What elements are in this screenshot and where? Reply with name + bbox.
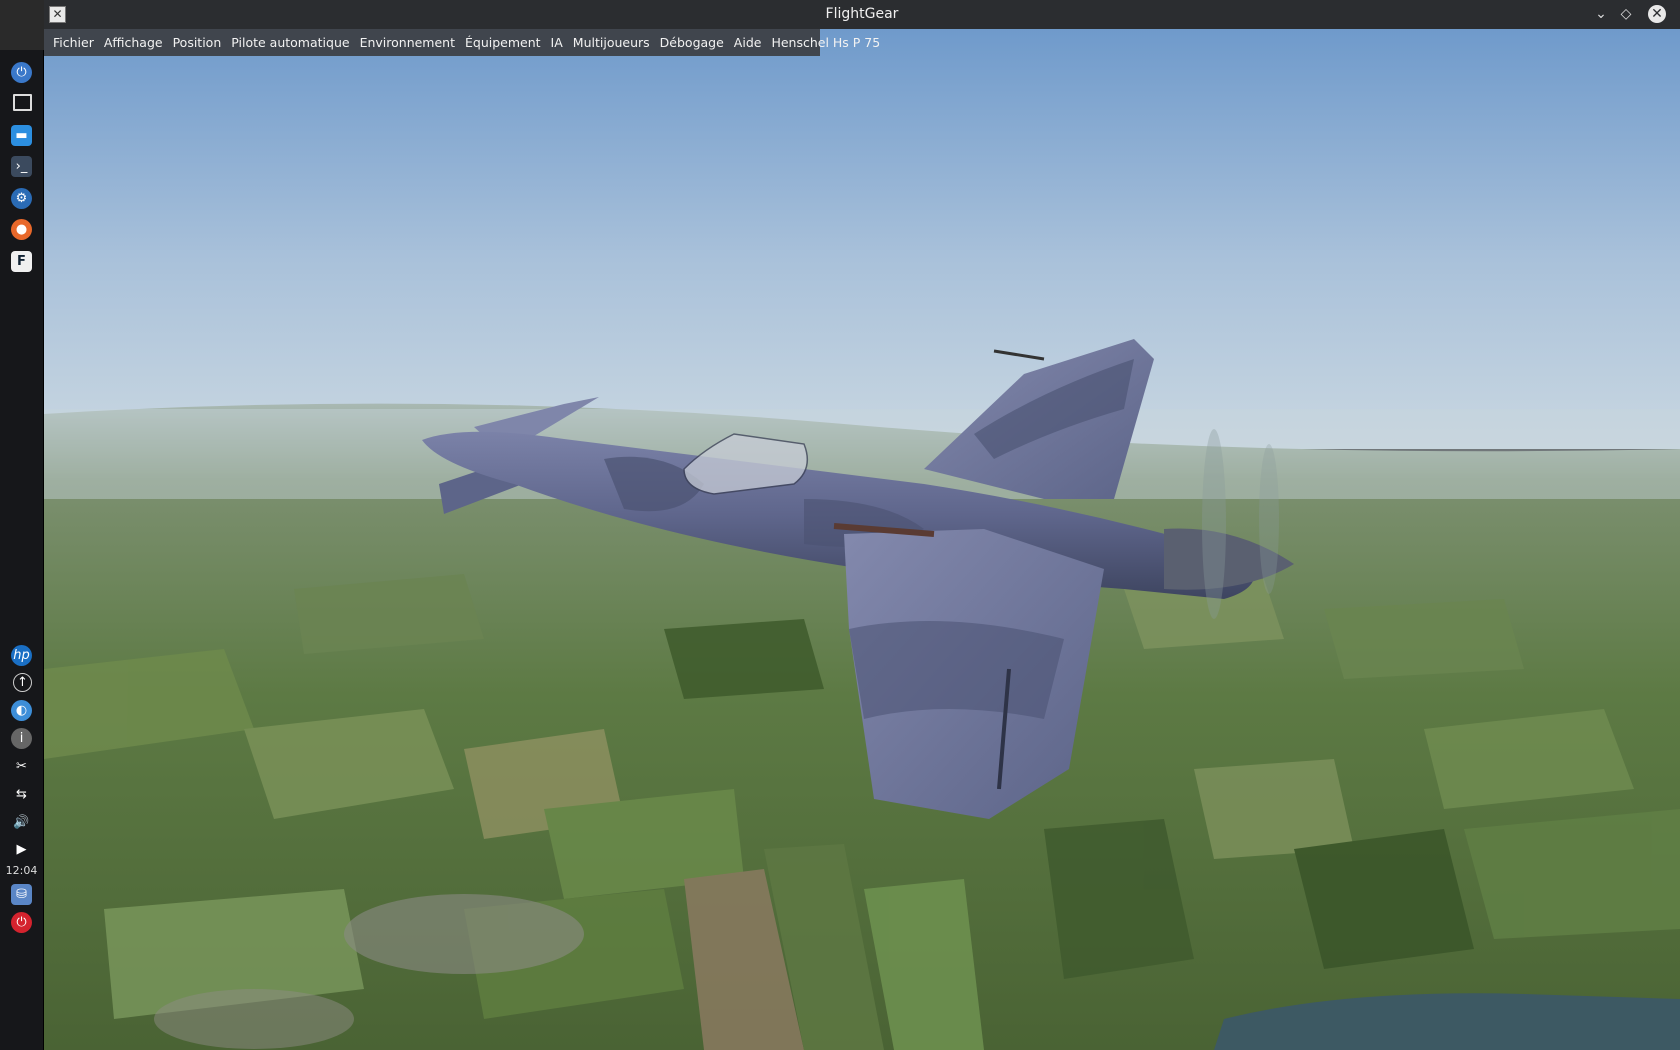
minimize-button[interactable]: ⌄ <box>1592 5 1610 23</box>
scissors-icon[interactable]: ✂ <box>11 756 32 777</box>
expand-icon[interactable]: ▶ <box>11 839 32 860</box>
files-icon[interactable]: ▬ <box>11 125 32 146</box>
settings-icon[interactable]: ⚙ <box>11 188 32 209</box>
terminal-icon[interactable]: ›_ <box>11 156 32 177</box>
menu-bar: Fichier Affichage Position Pilote automa… <box>44 29 880 56</box>
info-icon[interactable]: i <box>11 728 32 749</box>
volume-icon[interactable]: 🔊 <box>11 812 32 833</box>
update-icon[interactable]: ↑ <box>13 673 32 692</box>
menu-position[interactable]: Position <box>168 35 227 50</box>
menu-equipement[interactable]: Équipement <box>460 35 546 50</box>
maximize-button[interactable]: ◇ <box>1617 5 1635 23</box>
flight-scene-viewport[interactable] <box>44 29 1680 1050</box>
menu-aircraft[interactable]: Henschel Hs P 75 <box>766 35 885 50</box>
scene-render <box>44 29 1680 1050</box>
power-icon[interactable]: ⏻ <box>11 912 32 933</box>
clock: 12:04 <box>5 864 38 877</box>
firefox-icon[interactable]: ● <box>11 219 32 240</box>
drive-icon[interactable]: ⛁ <box>11 884 32 905</box>
menu-ia[interactable]: IA <box>546 35 568 50</box>
window-title: FlightGear <box>825 6 899 22</box>
window-titlebar: ✕ FlightGear ⌄ ◇ ✕ <box>44 0 1680 29</box>
network-icon[interactable]: ◐ <box>11 700 32 721</box>
desktop-icon[interactable] <box>13 94 32 111</box>
usb-icon[interactable]: ⇆ <box>11 784 32 805</box>
hp-icon[interactable]: hp <box>11 645 32 666</box>
menu-pilote-automatique[interactable]: Pilote automatique <box>226 35 354 50</box>
menu-aide[interactable]: Aide <box>729 35 767 50</box>
menu-debogage[interactable]: Débogage <box>655 35 729 50</box>
menu-multijoueurs[interactable]: Multijoueurs <box>568 35 655 50</box>
menu-fichier[interactable]: Fichier <box>48 35 99 50</box>
menu-affichage[interactable]: Affichage <box>99 35 168 50</box>
menu-environnement[interactable]: Environnement <box>355 35 460 50</box>
flightgear-icon[interactable]: F <box>11 251 32 272</box>
launcher-icon[interactable]: ⏻ <box>11 62 32 83</box>
side-dock: ⏻ ▬ ›_ ⚙ ● F hp ↑ ◐ i ✂ ⇆ 🔊 ▶ 12:04 ⛁ ⏻ <box>0 50 44 1050</box>
close-button[interactable]: ✕ <box>1648 5 1666 23</box>
